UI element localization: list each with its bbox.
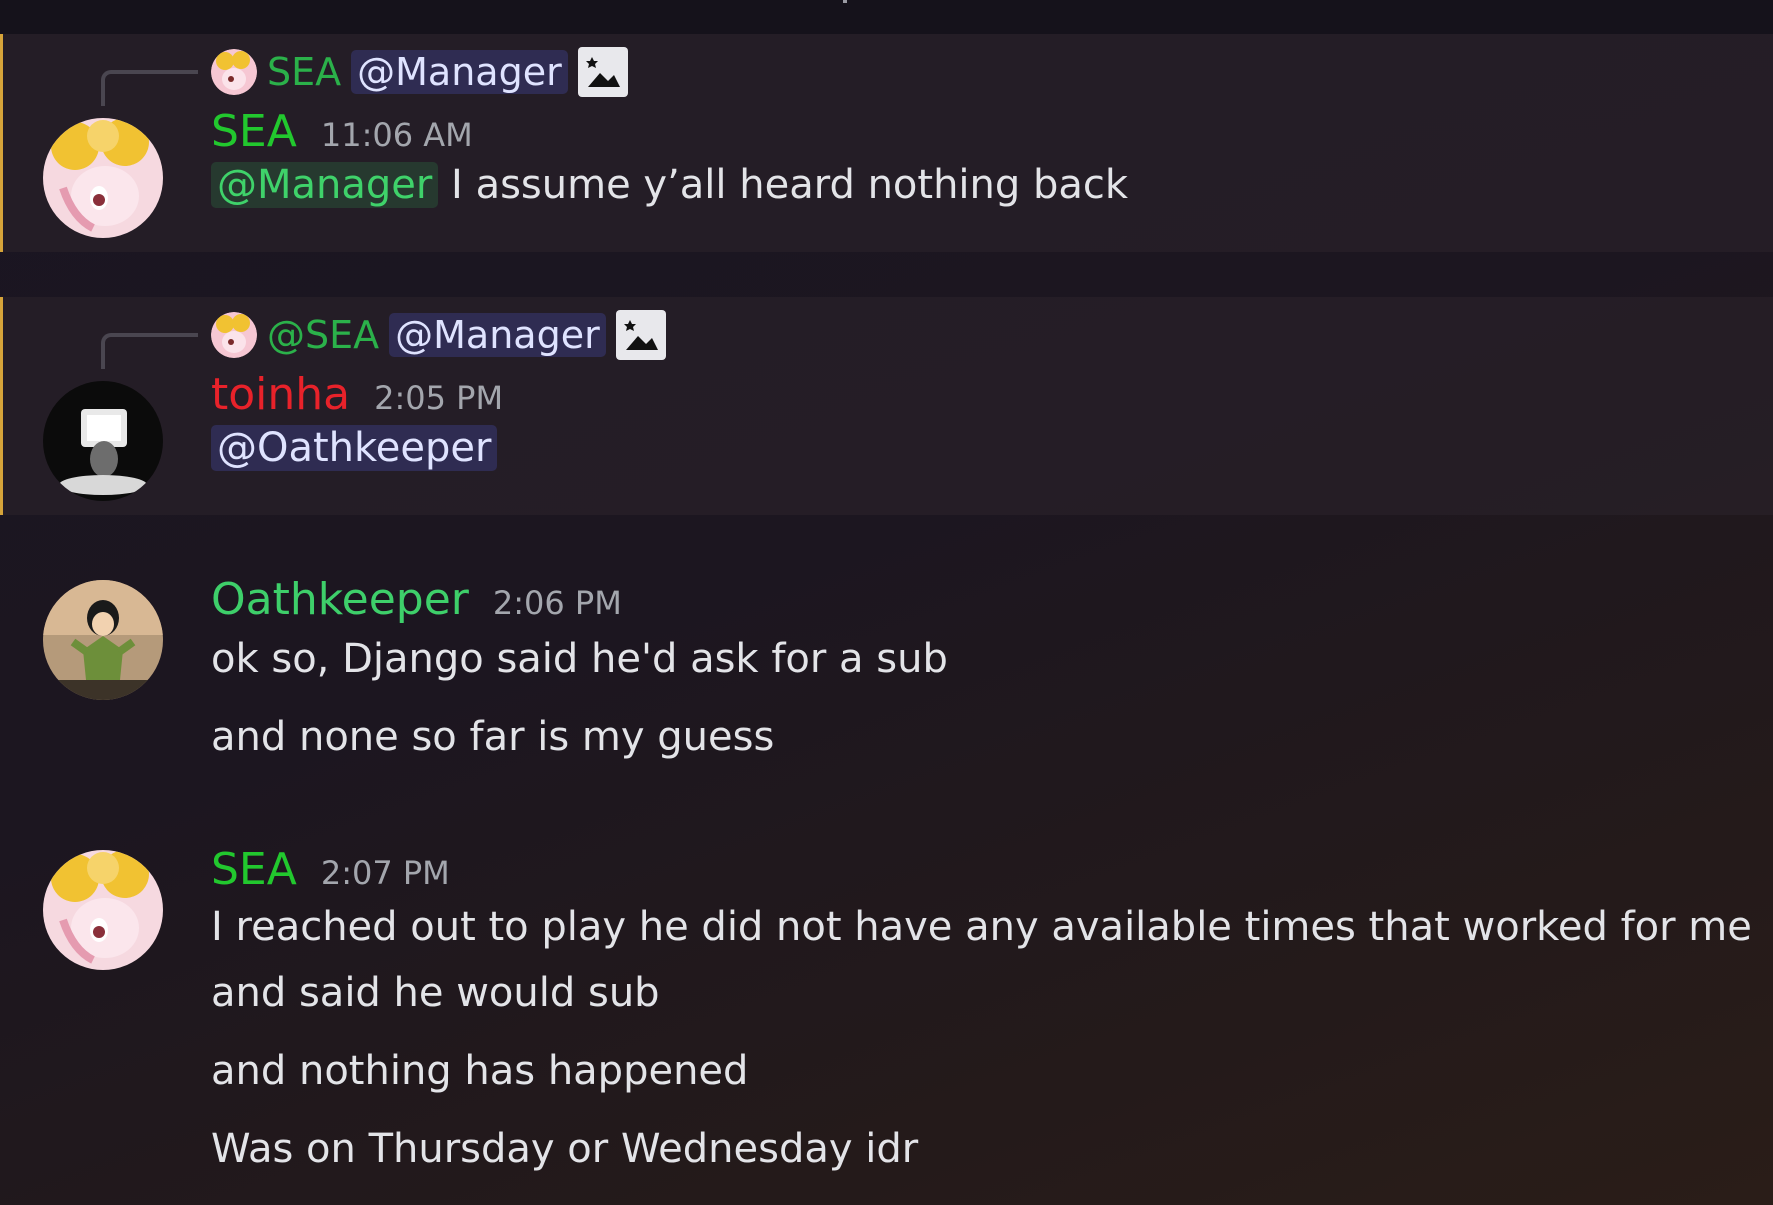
timestamp[interactable]: 2:07 PM [321, 854, 450, 892]
timestamp[interactable]: 2:05 PM [374, 379, 503, 417]
message-toinha[interactable]: @SEA @Manager toinha 2:05 PM @Oathkeeper [0, 297, 1773, 515]
reply-preview[interactable]: SEA @Manager [211, 44, 628, 100]
reply-spine [101, 70, 198, 106]
image-icon [615, 310, 666, 360]
reply-avatar [211, 49, 257, 95]
mention[interactable]: @Manager [211, 162, 439, 208]
message-line: and nothing has happened [211, 1048, 749, 1094]
message-header: Oathkeeper 2:06 PM [211, 574, 622, 625]
divider [843, 0, 847, 3]
reply-mention[interactable]: @Manager [351, 50, 568, 94]
image-icon [577, 47, 628, 97]
message-line: Was on Thursday or Wednesday idr [211, 1126, 919, 1172]
username[interactable]: toinha [211, 369, 350, 420]
avatar[interactable] [43, 381, 163, 501]
message-oathkeeper[interactable]: Oathkeeper 2:06 PM ok so, Django said he… [0, 560, 1773, 790]
avatar[interactable] [43, 850, 163, 970]
message-line: and none so far is my guess [211, 714, 775, 760]
message-line: and said he would sub [211, 970, 660, 1016]
timestamp[interactable]: 11:06 AM [321, 116, 473, 154]
message-text: @Manager I assume y’all heard nothing ba… [211, 162, 1128, 208]
message-line: I reached out to play he did not have an… [211, 904, 1752, 950]
username[interactable]: Oathkeeper [211, 574, 469, 625]
reply-mention[interactable]: @Manager [389, 313, 606, 357]
message-header: toinha 2:05 PM [211, 369, 503, 420]
top-bar [0, 0, 1773, 34]
reply-author[interactable]: SEA [267, 50, 341, 94]
message-header: SEA 11:06 AM [211, 106, 473, 157]
message-sea-2[interactable]: SEA 2:07 PM I reached out to play he did… [0, 830, 1773, 1205]
reply-author[interactable]: @SEA [267, 313, 379, 357]
message-header: SEA 2:07 PM [211, 844, 450, 895]
message-sea-1[interactable]: SEA @Manager SEA 11:06 AM @Manager I ass… [0, 34, 1773, 252]
reply-preview[interactable]: @SEA @Manager [211, 307, 666, 363]
message-line: ok so, Django said he'd ask for a sub [211, 636, 948, 682]
avatar[interactable] [43, 580, 163, 700]
reply-spine [101, 333, 198, 369]
reply-avatar [211, 312, 257, 358]
message-text: @Oathkeeper [211, 425, 498, 471]
username[interactable]: SEA [211, 106, 297, 157]
message-body: I assume y’all heard nothing back [438, 162, 1129, 208]
mention[interactable]: @Oathkeeper [211, 425, 498, 471]
avatar[interactable] [43, 118, 163, 238]
username[interactable]: SEA [211, 844, 297, 895]
timestamp[interactable]: 2:06 PM [493, 584, 622, 622]
